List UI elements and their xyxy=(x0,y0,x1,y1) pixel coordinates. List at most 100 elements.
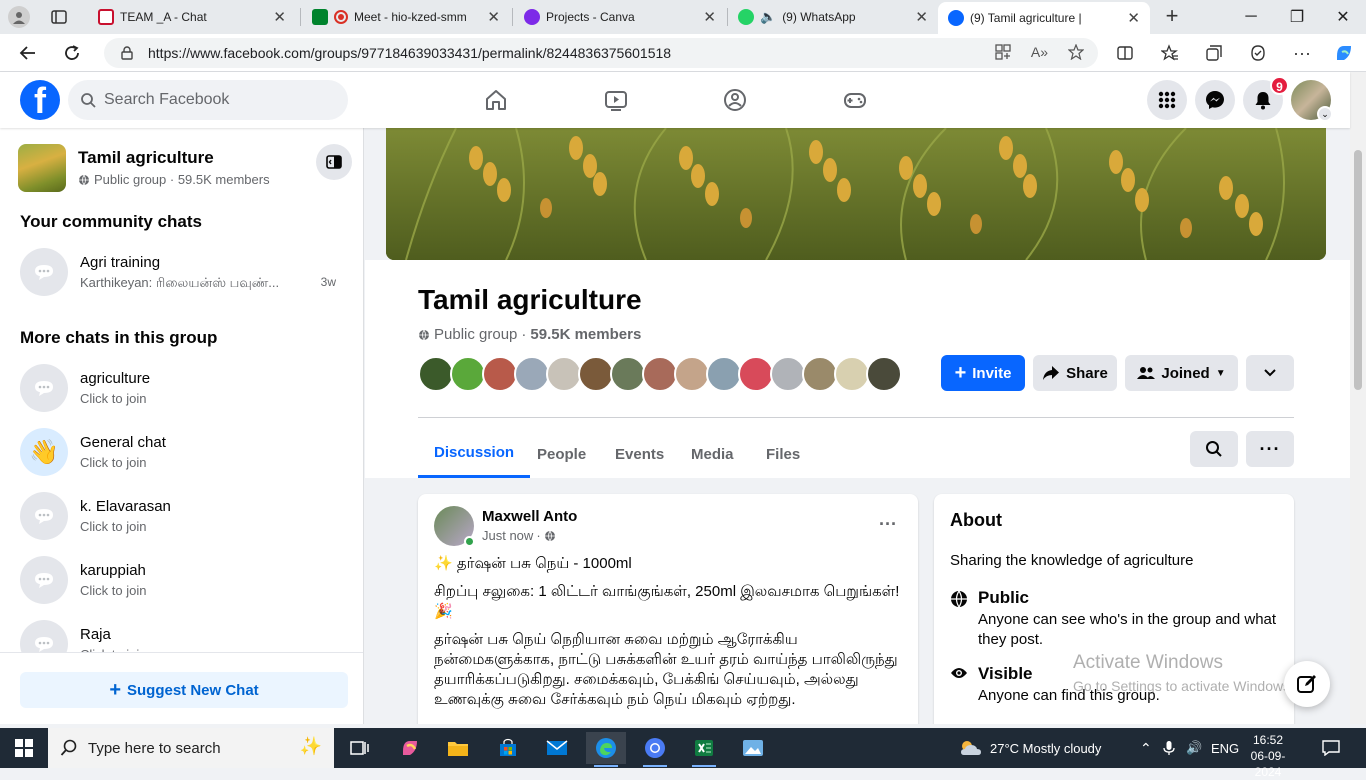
group-thumbnail[interactable] xyxy=(18,144,66,192)
member-avatar[interactable] xyxy=(482,356,518,392)
microphone-icon[interactable] xyxy=(1163,728,1175,768)
more-options-button[interactable] xyxy=(1246,355,1294,391)
group-chat-item[interactable]: agriculture Click to join xyxy=(20,364,350,416)
member-avatar[interactable] xyxy=(578,356,614,392)
collapse-sidebar-button[interactable] xyxy=(316,144,352,180)
show-hidden-icons[interactable]: ⌃ xyxy=(1140,728,1152,768)
volume-icon[interactable]: 🔊 xyxy=(1186,728,1202,768)
chrome-taskbar-icon[interactable] xyxy=(635,732,675,767)
share-button[interactable]: Share xyxy=(1033,355,1117,391)
group-members-link[interactable]: 59.5K members xyxy=(530,326,641,343)
collections-icon[interactable] xyxy=(1199,38,1229,68)
tab-actions-icon[interactable] xyxy=(50,8,68,26)
photos-icon[interactable] xyxy=(733,732,773,764)
store-icon[interactable] xyxy=(488,732,528,764)
member-avatar[interactable] xyxy=(834,356,870,392)
tab-media[interactable]: Media xyxy=(675,430,750,478)
excel-icon[interactable] xyxy=(684,732,724,767)
task-view-icon[interactable] xyxy=(340,732,380,764)
nav-gaming[interactable] xyxy=(800,80,910,120)
scrollbar-thumb[interactable] xyxy=(1354,150,1362,390)
nav-groups[interactable] xyxy=(680,80,790,120)
close-tab-icon[interactable]: ✕ xyxy=(915,8,928,26)
nav-home[interactable] xyxy=(441,80,551,120)
member-avatar[interactable] xyxy=(770,356,806,392)
member-avatar[interactable] xyxy=(866,356,902,392)
close-tab-icon[interactable]: ✕ xyxy=(1127,9,1140,27)
url-field[interactable]: https://www.facebook.com/groups/97718463… xyxy=(104,38,1098,68)
close-tab-icon[interactable]: ✕ xyxy=(273,8,286,26)
menu-button[interactable] xyxy=(1147,80,1187,120)
member-avatar[interactable] xyxy=(706,356,742,392)
file-explorer-icon[interactable] xyxy=(438,732,478,764)
invite-button[interactable]: + Invite xyxy=(941,355,1025,391)
edge-taskbar-icon[interactable] xyxy=(586,732,626,767)
lock-icon[interactable] xyxy=(120,46,134,60)
tab-events[interactable]: Events xyxy=(599,430,680,478)
group-cover-photo[interactable] xyxy=(386,128,1326,260)
weather-widget[interactable]: 27°C Mostly cloudy xyxy=(958,728,1101,768)
messenger-button[interactable] xyxy=(1195,80,1235,120)
member-avatar[interactable] xyxy=(738,356,774,392)
close-tab-icon[interactable]: ✕ xyxy=(487,8,500,26)
group-chat-item[interactable]: k. Elavarasan Click to join xyxy=(20,492,350,544)
restore-button[interactable]: ❐ xyxy=(1274,0,1320,34)
member-avatar[interactable] xyxy=(674,356,710,392)
more-menu-icon[interactable]: ··· xyxy=(1287,38,1317,68)
favorite-star-icon[interactable] xyxy=(1068,44,1084,60)
member-avatar[interactable] xyxy=(450,356,486,392)
close-window-button[interactable]: ✕ xyxy=(1320,0,1366,34)
keyboard-language[interactable]: ENG xyxy=(1211,728,1239,768)
suggest-new-chat-button[interactable]: + Suggest New Chat xyxy=(20,672,348,708)
member-avatar[interactable] xyxy=(546,356,582,392)
copilot-taskbar-icon[interactable] xyxy=(390,732,430,764)
browser-tab-facebook[interactable]: (9) Tamil agriculture | ✕ xyxy=(938,2,1150,34)
tab-people[interactable]: People xyxy=(521,430,602,478)
browser-tab-meet[interactable]: Meet - hio-kzed-smm ✕ xyxy=(302,0,510,34)
mail-icon[interactable] xyxy=(537,732,577,764)
sidebar-group-name[interactable]: Tamil agriculture xyxy=(78,148,214,168)
joined-button[interactable]: Joined ▼ xyxy=(1125,355,1238,391)
facebook-logo[interactable]: f xyxy=(20,80,60,120)
tab-discussion[interactable]: Discussion xyxy=(418,430,531,478)
profile-icon[interactable] xyxy=(8,6,30,28)
group-chat-item[interactable]: 👋 General chat Click to join xyxy=(20,428,350,480)
group-chat-item[interactable]: karuppiah Click to join xyxy=(20,556,350,608)
close-tab-icon[interactable]: ✕ xyxy=(703,8,716,26)
favorites-icon[interactable] xyxy=(1155,38,1185,68)
member-avatar[interactable] xyxy=(642,356,678,392)
copilot-icon[interactable] xyxy=(1329,38,1359,68)
new-message-button[interactable] xyxy=(1284,661,1330,707)
notifications-button[interactable]: 9 xyxy=(1243,76,1289,120)
tab-files[interactable]: Files xyxy=(750,430,816,478)
member-avatar[interactable] xyxy=(418,356,454,392)
group-title[interactable]: Tamil agriculture xyxy=(418,284,642,316)
taskbar-search[interactable]: Type here to search ✨ xyxy=(48,728,334,768)
member-avatars[interactable] xyxy=(418,356,902,392)
member-avatar[interactable] xyxy=(610,356,646,392)
member-avatar[interactable] xyxy=(514,356,550,392)
browser-tab-canva[interactable]: Projects - Canva ✕ xyxy=(514,0,726,34)
community-chat-item[interactable]: Agri training Karthikeyan: ரிலையன்ஸ் பவு… xyxy=(20,248,350,300)
account-avatar[interactable]: ⌄ xyxy=(1291,80,1333,122)
read-aloud-icon[interactable]: A» xyxy=(1031,44,1048,60)
split-screen-icon[interactable] xyxy=(1110,38,1140,68)
back-button[interactable] xyxy=(10,38,46,68)
minimize-button[interactable]: ─ xyxy=(1228,0,1274,34)
nav-video[interactable] xyxy=(561,80,671,120)
reload-button[interactable] xyxy=(54,38,90,68)
notifications-center-icon[interactable] xyxy=(1322,728,1340,768)
member-avatar[interactable] xyxy=(802,356,838,392)
new-tab-button[interactable]: + xyxy=(1160,5,1184,29)
browser-tab-whatsapp[interactable]: 🔈 (9) WhatsApp ✕ xyxy=(728,0,938,34)
speaker-icon[interactable]: 🔈 xyxy=(760,9,776,25)
start-button[interactable] xyxy=(0,728,48,768)
facebook-search-input[interactable]: Search Facebook xyxy=(68,80,348,120)
page-scrollbar[interactable] xyxy=(1350,72,1366,724)
group-more-button[interactable]: ··· xyxy=(1246,431,1294,467)
post-author-name[interactable]: Maxwell Anto xyxy=(482,508,577,525)
post-options-button[interactable]: ··· xyxy=(870,508,906,540)
browser-essentials-icon[interactable] xyxy=(1243,38,1273,68)
group-search-button[interactable] xyxy=(1190,431,1238,467)
browser-tab-team-chat[interactable]: TEAM _A - Chat ✕ xyxy=(88,0,296,34)
